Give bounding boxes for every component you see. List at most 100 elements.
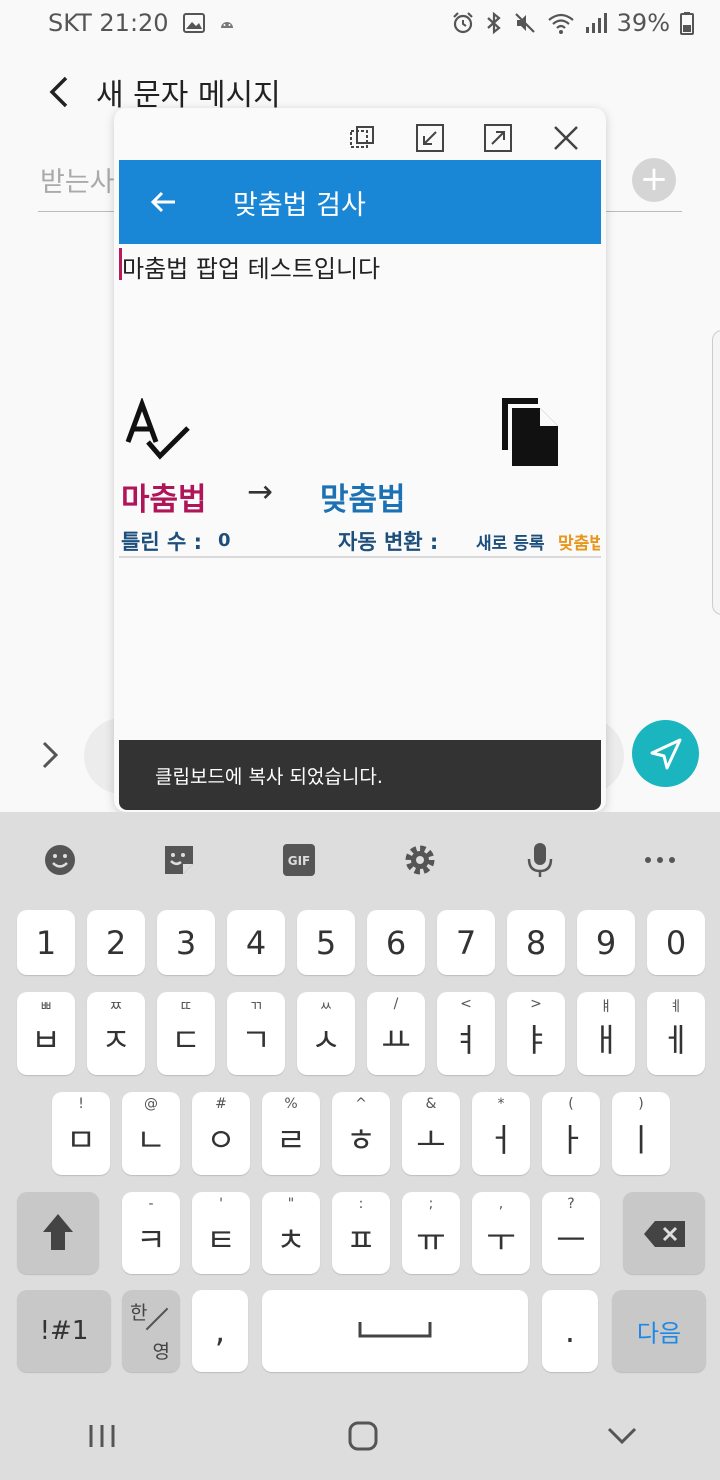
wifi-icon: [547, 11, 575, 35]
spellcheck-popup: 맞춤법 검사 마춤법 팝업 테스트입니다 마춤법 → 맞춤법 틀린 수 : 0 …: [114, 108, 606, 812]
shift-key[interactable]: [17, 1192, 99, 1274]
settings-button[interactable]: [360, 812, 480, 908]
letter-key[interactable]: :ㅍ: [332, 1192, 390, 1274]
register-word[interactable]: 맞춤법: [558, 529, 600, 554]
android-icon: [219, 16, 235, 30]
number-key[interactable]: 8: [507, 910, 565, 975]
letter-key[interactable]: ㄸㄷ: [157, 992, 215, 1075]
letter-key[interactable]: @ ㄴ: [122, 1092, 180, 1175]
more-options-button[interactable]: [600, 812, 720, 908]
number-key-label: 6: [385, 923, 407, 962]
letter-key-label: ㅛ: [381, 1021, 411, 1060]
sticker-button[interactable]: [119, 812, 239, 908]
emoji-button[interactable]: [0, 812, 119, 908]
spellcheck-icon[interactable]: [124, 396, 194, 468]
minimize-button[interactable]: [408, 118, 452, 158]
letter-key[interactable]: ^ ㅎ: [332, 1092, 390, 1175]
number-key-label: 2: [105, 923, 127, 962]
letter-key[interactable]: ? ㅡ: [542, 1192, 600, 1274]
edge-panel-handle[interactable]: [712, 330, 720, 615]
letter-key-label: ㅡ: [556, 1220, 586, 1259]
letter-key-secondary: ㅆ: [319, 999, 333, 1015]
letter-key[interactable]: (ㅏ: [542, 1092, 600, 1175]
back-arrow-icon: [49, 76, 68, 108]
letter-key[interactable]: ㅆㅅ: [297, 992, 355, 1075]
letter-key[interactable]: ㅃㅂ: [17, 992, 75, 1075]
add-recipient-button[interactable]: +: [632, 158, 676, 202]
enter-key[interactable]: 다음: [612, 1290, 706, 1372]
letter-key-label: ㅁ: [66, 1121, 96, 1160]
recent-apps-button[interactable]: [0, 1392, 203, 1480]
microphone-icon: [527, 843, 553, 877]
popup-back-button[interactable]: [133, 172, 193, 232]
period-key[interactable]: .: [542, 1290, 598, 1372]
maximize-button[interactable]: [476, 118, 520, 158]
number-key[interactable]: 0: [647, 910, 705, 975]
number-key[interactable]: 4: [227, 910, 285, 975]
letter-key[interactable]: * ㅓ: [472, 1092, 530, 1175]
letter-key[interactable]: # ㅇ: [192, 1092, 250, 1175]
auto-convert-label: 자동 변환 :: [338, 530, 439, 554]
number-key[interactable]: 7: [437, 910, 495, 975]
symbols-key[interactable]: !#1: [17, 1290, 111, 1372]
number-key[interactable]: 3: [157, 910, 215, 975]
home-button[interactable]: [203, 1392, 523, 1480]
number-key[interactable]: 9: [577, 910, 635, 975]
letter-key-label: ㄱ: [241, 1021, 271, 1060]
error-count-label: 틀린 수 :: [121, 530, 202, 554]
letter-key-secondary: >: [530, 996, 542, 1012]
popup-toolbar: [340, 118, 588, 158]
number-key[interactable]: 6: [367, 910, 425, 975]
letter-key-label: ㅌ: [206, 1220, 236, 1259]
letter-key[interactable]: ㅉㅈ: [87, 992, 145, 1075]
letter-key[interactable]: % ㄹ: [262, 1092, 320, 1175]
backspace-key[interactable]: [623, 1192, 705, 1274]
comma-key[interactable]: ,: [192, 1290, 248, 1372]
number-key[interactable]: 5: [297, 910, 355, 975]
letter-key[interactable]: ) ㅣ: [612, 1092, 670, 1175]
minimize-icon: [416, 124, 444, 152]
number-key[interactable]: 2: [87, 910, 145, 975]
letter-key[interactable]: > ㅑ: [507, 992, 565, 1075]
error-count-value: 0: [218, 530, 231, 551]
letter-key-label: ㅗ: [416, 1121, 446, 1160]
letter-key[interactable]: ㄲㄱ: [227, 992, 285, 1075]
letter-key-label: ㅋ: [136, 1220, 166, 1259]
expand-options-button[interactable]: [30, 730, 70, 780]
letter-key[interactable]: ; ㅠ: [402, 1192, 460, 1274]
letter-key-label: ㅐ: [591, 1021, 621, 1060]
language-switch-key[interactable]: 한 영: [122, 1290, 180, 1372]
number-key[interactable]: 1: [17, 910, 75, 975]
letter-key[interactable]: ' ㅌ: [192, 1192, 250, 1274]
corrected-word[interactable]: 맞춤법: [320, 474, 406, 519]
number-key-label: 5: [315, 923, 337, 962]
letter-key-label: ㅣ: [626, 1121, 656, 1160]
wrong-word: 마춤법: [121, 482, 207, 518]
register-link[interactable]: 새로 등록: [476, 529, 544, 554]
back-button[interactable]: [30, 64, 86, 120]
letter-key[interactable]: " ㅊ: [262, 1192, 320, 1274]
letter-key-secondary: ^: [355, 1096, 367, 1112]
letter-key[interactable]: ! ㅁ: [52, 1092, 110, 1175]
hide-keyboard-button[interactable]: [523, 1392, 720, 1480]
back-arrow-icon: [150, 191, 175, 213]
capture-button[interactable]: [340, 118, 384, 158]
copy-icon[interactable]: [498, 394, 562, 468]
voice-input-button[interactable]: [480, 812, 600, 908]
letter-key[interactable]: / ㅛ: [367, 992, 425, 1075]
send-button[interactable]: [632, 720, 699, 787]
space-key[interactable]: [262, 1290, 528, 1372]
letter-key[interactable]: < ㅕ: [437, 992, 495, 1075]
letter-key[interactable]: -ㅋ: [122, 1192, 180, 1274]
spellcheck-input-text[interactable]: 마춤법 팝업 테스트입니다: [122, 249, 380, 284]
letter-key[interactable]: ㅒㅐ: [577, 992, 635, 1075]
letter-key[interactable]: & ㅗ: [402, 1092, 460, 1175]
close-popup-button[interactable]: [544, 118, 588, 158]
letter-key[interactable]: ㅖㅔ: [647, 992, 705, 1075]
letter-key-label: ㅂ: [31, 1021, 61, 1060]
letter-key[interactable]: ,ㅜ: [472, 1192, 530, 1274]
gif-icon: GIF: [283, 844, 316, 876]
letter-key-label: ㄹ: [276, 1121, 306, 1160]
letter-key-secondary: ?: [567, 1196, 575, 1212]
gif-button[interactable]: GIF: [239, 812, 359, 908]
